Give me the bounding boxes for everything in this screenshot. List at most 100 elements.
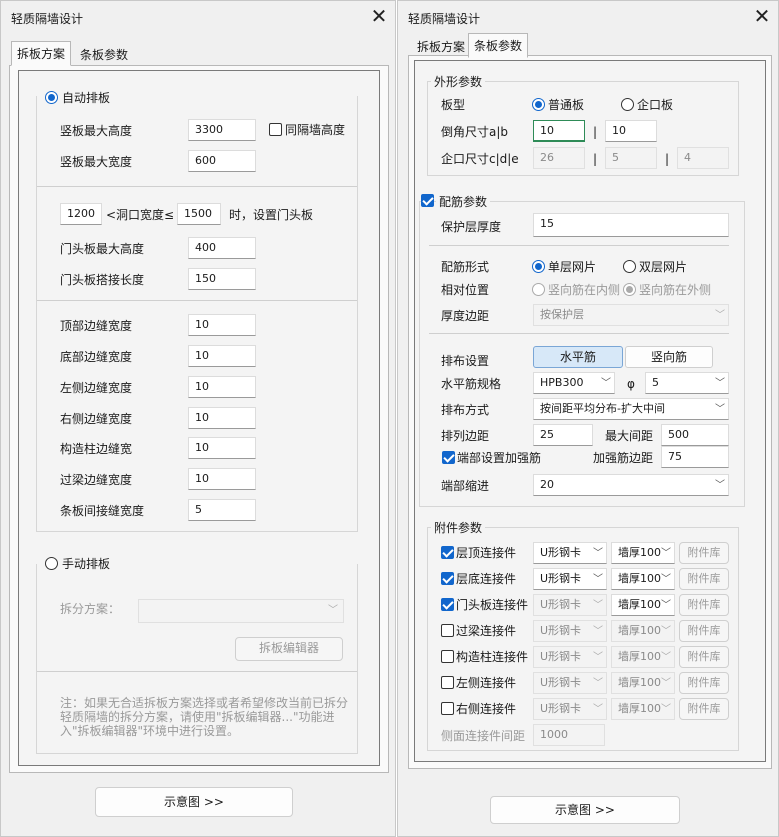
max-spacing-input[interactable]: 500 <box>661 424 729 446</box>
end-indent-select[interactable]: 20 <box>533 474 729 496</box>
separator: | <box>593 125 598 139</box>
tab-panel-params[interactable]: 条板参数 <box>74 42 134 67</box>
opening-min-input[interactable]: 1200 <box>60 203 102 225</box>
chevron-down-icon: ﹀ <box>661 704 671 715</box>
max-width-input[interactable]: 600 <box>188 150 256 172</box>
separator: | <box>665 152 670 166</box>
max-width-label: 竖板最大宽度 <box>60 155 133 169</box>
close-icon[interactable]: ✕ <box>750 4 774 28</box>
tongue-d-input[interactable]: 5 <box>605 147 657 169</box>
tongue-size-label: 企口尺寸c|d|e <box>441 152 519 166</box>
gap-input[interactable]: 10 <box>188 376 256 398</box>
accessory-checkbox[interactable] <box>441 572 454 585</box>
accessory-library-button[interactable]: 附件库 <box>679 672 729 694</box>
chevron-down-icon: ﹀ <box>661 652 671 663</box>
manual-layout-radio[interactable] <box>45 557 58 570</box>
accessory-library-button[interactable]: 附件库 <box>679 594 729 616</box>
header-height-label: 门头板最大高度 <box>60 242 145 256</box>
tongue-board-radio[interactable] <box>621 98 634 111</box>
gap-input[interactable]: 10 <box>188 345 256 367</box>
normal-board-label: 普通板 <box>548 98 585 112</box>
accessory-library-button[interactable]: 附件库 <box>679 542 729 564</box>
header-overlap-label: 门头板搭接长度 <box>60 273 145 287</box>
layout-margin-label: 排列边距 <box>441 429 490 443</box>
gap-input[interactable]: 10 <box>188 468 256 490</box>
scheme-label: 拆分方案： <box>60 602 121 616</box>
side-spacing-label: 侧面连接件间距 <box>441 729 526 743</box>
gap-input[interactable]: 10 <box>188 314 256 336</box>
side-spacing-input[interactable]: 1000 <box>533 724 605 746</box>
tab-content: 外形参数 板型 普通板 企口板 倒角尺寸a|b 10 | 10 企口尺寸c|d|… <box>408 55 772 769</box>
diagram-button[interactable]: 示意图 >> <box>95 787 293 817</box>
chamfer-label: 倒角尺寸a|b <box>441 125 509 139</box>
chevron-down-icon: ﹀ <box>593 574 603 585</box>
tab-panel-params[interactable]: 条板参数 <box>468 33 529 58</box>
cover-thickness-input[interactable]: 15 <box>533 213 729 237</box>
reinforce-margin-input[interactable]: 75 <box>661 446 729 468</box>
gap-label: 构造柱边缝宽 <box>60 442 133 456</box>
diagram-button[interactable]: 示意图 >> <box>490 796 680 824</box>
divider <box>37 671 357 672</box>
chevron-down-icon: ﹀ <box>593 600 603 611</box>
same-height-checkbox[interactable] <box>269 123 282 136</box>
header-overlap-input[interactable]: 150 <box>188 268 256 290</box>
gap-label: 左侧边缝宽度 <box>60 381 133 395</box>
outer-vertical-label: 竖向筋在外侧 <box>639 283 712 297</box>
inner-vertical-radio[interactable] <box>532 283 545 296</box>
single-mesh-radio[interactable] <box>532 260 545 273</box>
auto-layout-radio[interactable] <box>45 91 58 104</box>
opening-max-input[interactable]: 1500 <box>177 203 221 225</box>
layout-method-select[interactable]: 按间距平均分布-扩大中间 <box>533 398 729 420</box>
panel-editor-button[interactable]: 拆板编辑器 <box>235 637 343 661</box>
accessory-checkbox[interactable] <box>441 624 454 637</box>
chevron-down-icon: ﹀ <box>661 626 671 637</box>
double-mesh-radio[interactable] <box>623 260 636 273</box>
tongue-e-input[interactable]: 4 <box>677 147 729 169</box>
relative-position-label: 相对位置 <box>441 283 490 297</box>
end-reinforce-checkbox[interactable] <box>442 451 455 464</box>
tab-split-scheme[interactable]: 拆板方案 <box>11 41 72 66</box>
outer-vertical-radio[interactable] <box>623 283 636 296</box>
gap-input[interactable]: 10 <box>188 437 256 459</box>
vertical-rebar-tab[interactable]: 竖向筋 <box>625 346 713 368</box>
divider <box>429 333 729 334</box>
horizontal-rebar-tab[interactable]: 水平筋 <box>533 346 623 368</box>
max-height-input[interactable]: 3300 <box>188 119 256 141</box>
end-indent-label: 端部缩进 <box>441 479 490 493</box>
chevron-down-icon: ﹀ <box>593 678 603 689</box>
accessory-label: 门头板连接件 <box>456 598 529 612</box>
accessory-library-button[interactable]: 附件库 <box>679 646 729 668</box>
inner-vertical-label: 竖向筋在内侧 <box>548 283 621 297</box>
tongue-c-input[interactable]: 26 <box>533 147 585 169</box>
thickness-edge-label: 厚度边距 <box>441 309 490 323</box>
accessory-label: 层顶连接件 <box>456 546 517 560</box>
accessory-checkbox[interactable] <box>441 702 454 715</box>
chevron-down-icon: ﹀ <box>661 600 671 611</box>
accessory-label: 层底连接件 <box>456 572 517 586</box>
accessory-library-button[interactable]: 附件库 <box>679 568 729 590</box>
chamfer-b-input[interactable]: 10 <box>605 120 657 142</box>
accessory-library-button[interactable]: 附件库 <box>679 620 729 642</box>
accessory-checkbox[interactable] <box>441 546 454 559</box>
thickness-edge-select[interactable]: 按保护层 <box>533 304 729 326</box>
chevron-down-icon: ﹀ <box>661 678 671 689</box>
close-icon[interactable]: ✕ <box>367 4 391 28</box>
auto-layout-label: 自动排板 <box>62 90 115 106</box>
chevron-down-icon: ﹀ <box>715 310 725 321</box>
accessory-checkbox[interactable] <box>441 676 454 689</box>
layout-margin-input[interactable]: 25 <box>533 424 593 446</box>
chamfer-a-input[interactable]: 10 <box>533 120 585 142</box>
manual-note: 注：如果无合适拆板方案选择或者希望修改当前已拆分轻质隔墙的拆分方案，请使用"拆板… <box>60 696 349 738</box>
accessory-checkbox[interactable] <box>441 650 454 663</box>
header-height-input[interactable]: 400 <box>188 237 256 259</box>
accessory-library-button[interactable]: 附件库 <box>679 698 729 720</box>
scheme-select[interactable]: ﹀ <box>138 599 344 623</box>
gap-input[interactable]: 10 <box>188 407 256 429</box>
chevron-down-icon: ﹀ <box>593 652 603 663</box>
rebar-checkbox[interactable] <box>421 194 434 207</box>
accessory-label: 左侧连接件 <box>456 676 517 690</box>
normal-board-radio[interactable] <box>532 98 545 111</box>
gap-input[interactable]: 5 <box>188 499 256 521</box>
accessory-checkbox[interactable] <box>441 598 454 611</box>
gap-label: 底部边缝宽度 <box>60 350 133 364</box>
